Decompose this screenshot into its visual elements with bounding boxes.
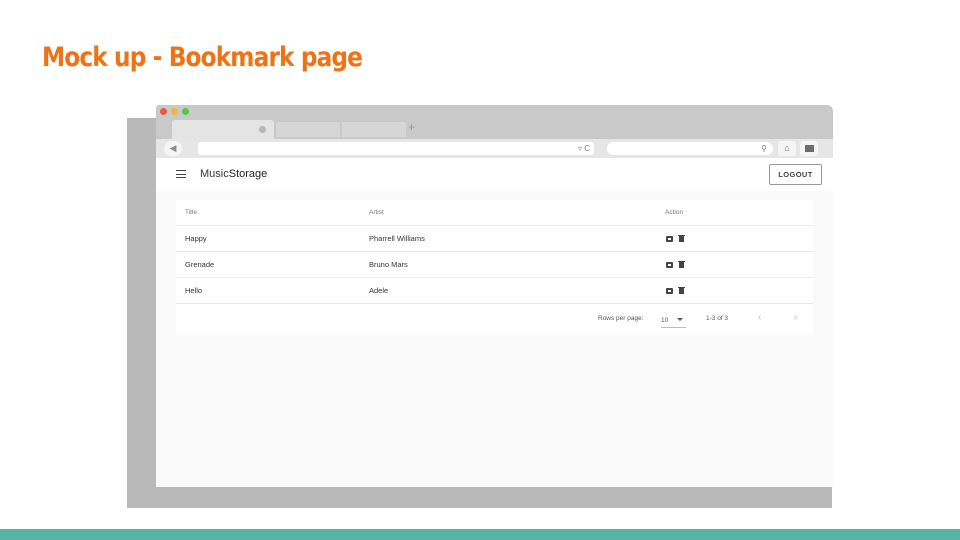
browser-search-field[interactable]: ⚲ xyxy=(607,142,773,155)
chevron-down-icon xyxy=(677,318,683,321)
app-bar: MusicStorage LOGOUT xyxy=(156,158,833,191)
row-actions xyxy=(666,287,685,294)
brand-logo: MusicStorage xyxy=(200,168,268,180)
rows-per-page-label: Rows per page: xyxy=(598,315,644,322)
minimize-window-button[interactable] xyxy=(171,108,178,115)
logout-button[interactable]: LOGOUT xyxy=(769,164,822,185)
window-controls xyxy=(160,108,189,115)
search-icon: ⚲ xyxy=(761,144,767,153)
table-header-row: Title Artist Action xyxy=(176,200,813,226)
delete-icon[interactable] xyxy=(678,235,685,242)
app-page: MusicStorage LOGOUT Title Artist Action … xyxy=(156,158,833,487)
browser-tab-active[interactable] xyxy=(172,120,274,139)
rows-per-page-select[interactable]: 10 xyxy=(661,315,686,328)
slide-footer-bar xyxy=(0,529,960,540)
cell-artist: Bruno Mars xyxy=(369,260,408,269)
previous-page-icon[interactable]: ‹ xyxy=(758,312,761,323)
column-header-title[interactable]: Title xyxy=(185,200,197,226)
menu-square-icon[interactable] xyxy=(800,141,818,156)
cell-title: Happy xyxy=(185,234,207,243)
browser-chrome: + ◀ ▿ C ⚲ ⌂ xyxy=(156,105,833,158)
bookmarks-table: Title Artist Action Happy Pharrell Willi… xyxy=(176,200,813,335)
delete-icon[interactable] xyxy=(678,261,685,268)
delete-icon[interactable] xyxy=(678,287,685,294)
cell-title: Hello xyxy=(185,286,203,295)
table-row: Hello Adele xyxy=(176,278,813,304)
cell-artist: Adele xyxy=(369,286,389,295)
rows-per-page-value: 10 xyxy=(661,317,669,324)
column-header-artist[interactable]: Artist xyxy=(369,200,384,226)
next-page-icon[interactable]: › xyxy=(794,312,797,323)
row-actions xyxy=(666,235,685,242)
close-window-button[interactable] xyxy=(160,108,167,115)
edit-icon[interactable] xyxy=(666,236,673,242)
new-tab-plus-icon[interactable]: + xyxy=(408,120,415,134)
column-header-action: Action xyxy=(665,209,684,216)
browser-tab[interactable] xyxy=(342,122,406,137)
row-actions xyxy=(666,261,685,268)
table-pagination: Rows per page: 10 1-3 of 3 ‹ › xyxy=(176,304,813,335)
cell-artist: Pharrell Williams xyxy=(369,234,425,243)
back-arrow-icon[interactable]: ◀ xyxy=(164,141,182,156)
maximize-window-button[interactable] xyxy=(182,108,189,115)
reload-icon[interactable]: ▿ C xyxy=(578,142,590,155)
home-icon[interactable]: ⌂ xyxy=(778,141,796,156)
edit-icon[interactable] xyxy=(666,262,673,268)
browser-toolbar: ◀ ▿ C ⚲ ⌂ xyxy=(156,139,833,158)
tab-close-icon[interactable] xyxy=(259,126,266,133)
cell-title: Grenade xyxy=(185,260,215,269)
edit-icon[interactable] xyxy=(666,288,673,294)
browser-tab[interactable] xyxy=(276,122,340,137)
table-row: Happy Pharrell Williams xyxy=(176,226,813,252)
hamburger-menu-icon[interactable] xyxy=(176,170,186,181)
slide-title: Mock up - Bookmark page xyxy=(42,42,363,73)
browser-window: + ◀ ▿ C ⚲ ⌂ MusicStorage LOGOUT Title Ar… xyxy=(156,105,833,487)
table-row: Grenade Bruno Mars xyxy=(176,252,813,278)
pagination-range: 1-3 of 3 xyxy=(706,315,729,322)
address-bar[interactable]: ▿ C xyxy=(198,142,594,155)
